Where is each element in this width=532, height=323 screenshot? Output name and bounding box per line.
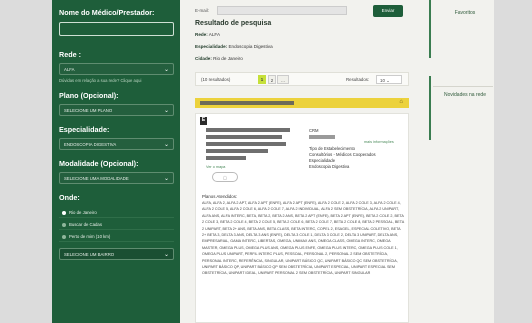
results-title: Resultado de pesquisa xyxy=(195,20,272,27)
page-1-button[interactable]: 1 xyxy=(258,75,266,84)
bairro-select-value: SELECIONE UM BAIRRO xyxy=(64,252,115,257)
redacted-address xyxy=(206,135,282,139)
redacted-address xyxy=(206,128,290,132)
plano-select-value: SELECIONE UM PLANO xyxy=(64,108,113,113)
onde-option-label: Buscar de Cadas xyxy=(69,222,102,227)
onde-option-rio[interactable]: Rio de Janeiro xyxy=(59,206,174,218)
rede-label: Rede : xyxy=(59,50,81,59)
chevron-down-icon: ⌄ xyxy=(163,142,169,148)
tipo-value: Consultórios - Médicos Cooperados xyxy=(309,152,376,157)
page-2-button[interactable]: 2 xyxy=(268,75,276,84)
tipo-label: Tipo de Estabelecimento xyxy=(309,146,355,151)
rede-select[interactable]: ALFA ⌄ xyxy=(59,63,174,75)
onde-option-perto[interactable]: Perto de mim (10 km) xyxy=(59,230,174,242)
search-sidebar: Nome do Médico/Prestador: Rede : ALFA ⌄ … xyxy=(52,0,180,323)
email-input[interactable] xyxy=(217,6,347,15)
result-card: E Ver o mapa ◯ CRM Tipo de Estabelecimen… xyxy=(195,113,409,323)
home-icon[interactable]: ⌂ xyxy=(399,99,403,105)
novidades-link[interactable]: Novidades na rede xyxy=(437,92,493,99)
results-per-page-select[interactable]: 10 ⌄ xyxy=(376,75,402,84)
chevron-down-icon: ⌄ xyxy=(163,252,169,258)
redacted-address xyxy=(206,149,268,153)
results-panel: E-mail: Enviar Resultado de pesquisa Red… xyxy=(185,0,416,323)
plans-title: Planos Atendidos: xyxy=(202,194,238,199)
chevron-down-icon: ⌄ xyxy=(163,108,169,114)
onde-label: Onde: xyxy=(59,193,80,202)
modalidade-label: Modalidade (Opcional): xyxy=(59,159,139,168)
rail-divider xyxy=(429,0,431,58)
crm-label: CRM xyxy=(309,128,319,133)
bairro-select[interactable]: SELECIONE UM BAIRRO ⌄ xyxy=(59,248,174,260)
right-rail: Favoritos Novidades na rede xyxy=(427,0,494,323)
chevron-down-icon: ⌄ xyxy=(386,78,390,83)
criteria-cidade: Cidade: Rio de Janeiro xyxy=(195,56,243,61)
page-more-button[interactable]: ... xyxy=(277,75,289,84)
redacted-phone xyxy=(206,156,246,160)
map-link[interactable]: Ver o mapa xyxy=(206,165,225,169)
onde-options: Rio de Janeiro Buscar de Cadas Perto de … xyxy=(59,206,174,242)
especialidade-select[interactable]: ENDOSCOPIA DIGESTIVA ⌄ xyxy=(59,138,174,150)
especialidade-select-value: ENDOSCOPIA DIGESTIVA xyxy=(64,142,117,147)
rede-select-value: ALFA xyxy=(64,67,75,72)
rail-separator xyxy=(433,86,493,87)
criteria-key: Rede: xyxy=(195,32,208,37)
criteria-value: Endoscopia Digestiva xyxy=(228,44,273,49)
results-per-page-value: 10 xyxy=(380,78,385,83)
onde-option-label: Perto de mim (10 km) xyxy=(69,234,111,239)
email-row: E-mail: Enviar xyxy=(195,5,403,17)
criteria-value: ALFA xyxy=(208,32,221,37)
chevron-down-icon: ⌄ xyxy=(163,176,169,182)
modalidade-select[interactable]: SELECIONE UMA MODALIDADE ⌄ xyxy=(59,172,174,184)
onde-option-label: Rio de Janeiro xyxy=(69,210,97,215)
favoritos-link[interactable]: Favoritos xyxy=(437,10,493,16)
provider-logo: ◯ xyxy=(212,172,238,182)
especialidade-label: Especialidade: xyxy=(59,125,110,134)
results-count: (10 resultados) xyxy=(201,77,231,82)
result-header-bar[interactable]: ⌂ xyxy=(195,98,409,108)
radio-icon xyxy=(62,222,66,227)
onde-option-bairro[interactable]: Buscar de Cadas xyxy=(59,218,174,230)
plano-select[interactable]: SELECIONE UM PLANO ⌄ xyxy=(59,104,174,116)
modalidade-select-value: SELECIONE UMA MODALIDADE xyxy=(64,176,129,181)
radio-icon xyxy=(62,234,66,239)
radio-selected-icon xyxy=(62,210,66,215)
criteria-value: Rio de Janeiro xyxy=(213,56,243,61)
especialidade-value: Endoscopia Digestiva xyxy=(309,164,350,169)
doctor-input[interactable] xyxy=(59,22,174,36)
criteria-key: Especialidade: xyxy=(195,44,228,49)
criteria-especialidade: Especialidade: Endoscopia Digestiva xyxy=(195,44,273,49)
email-label: E-mail: xyxy=(195,8,210,13)
plans-list: ALFA, ALFA 2, ALFA 2 APT, ALFA 2 APT (EN… xyxy=(202,201,405,276)
rail-divider xyxy=(429,76,431,140)
more-info-link[interactable]: mais informações xyxy=(364,140,394,144)
redacted-crm xyxy=(309,135,335,139)
criteria-key: Cidade: xyxy=(195,56,212,61)
redacted-address xyxy=(206,142,286,146)
send-button[interactable]: Enviar xyxy=(373,5,403,17)
chevron-down-icon: ⌄ xyxy=(163,67,169,73)
especialidade-label: Especialidade xyxy=(309,158,336,163)
redacted-name xyxy=(200,101,294,105)
page: Nome do Médico/Prestador: Rede : ALFA ⌄ … xyxy=(52,0,494,323)
doctor-label: Nome do Médico/Prestador: xyxy=(59,8,155,17)
type-badge: E xyxy=(200,117,207,125)
criteria-rede: Rede: ALFA xyxy=(195,32,220,37)
results-per-page-label: Resultados: xyxy=(346,77,370,82)
plano-label: Plano (Opcional): xyxy=(59,91,119,100)
screen-frame: Nome do Médico/Prestador: Rede : ALFA ⌄ … xyxy=(0,0,532,323)
pagination-bar: (10 resultados) 1 2 ... Resultados: 10 ⌄ xyxy=(195,72,409,86)
rede-help-link[interactable]: Dúvidas em relação a sua rede? Clique aq… xyxy=(59,78,174,83)
